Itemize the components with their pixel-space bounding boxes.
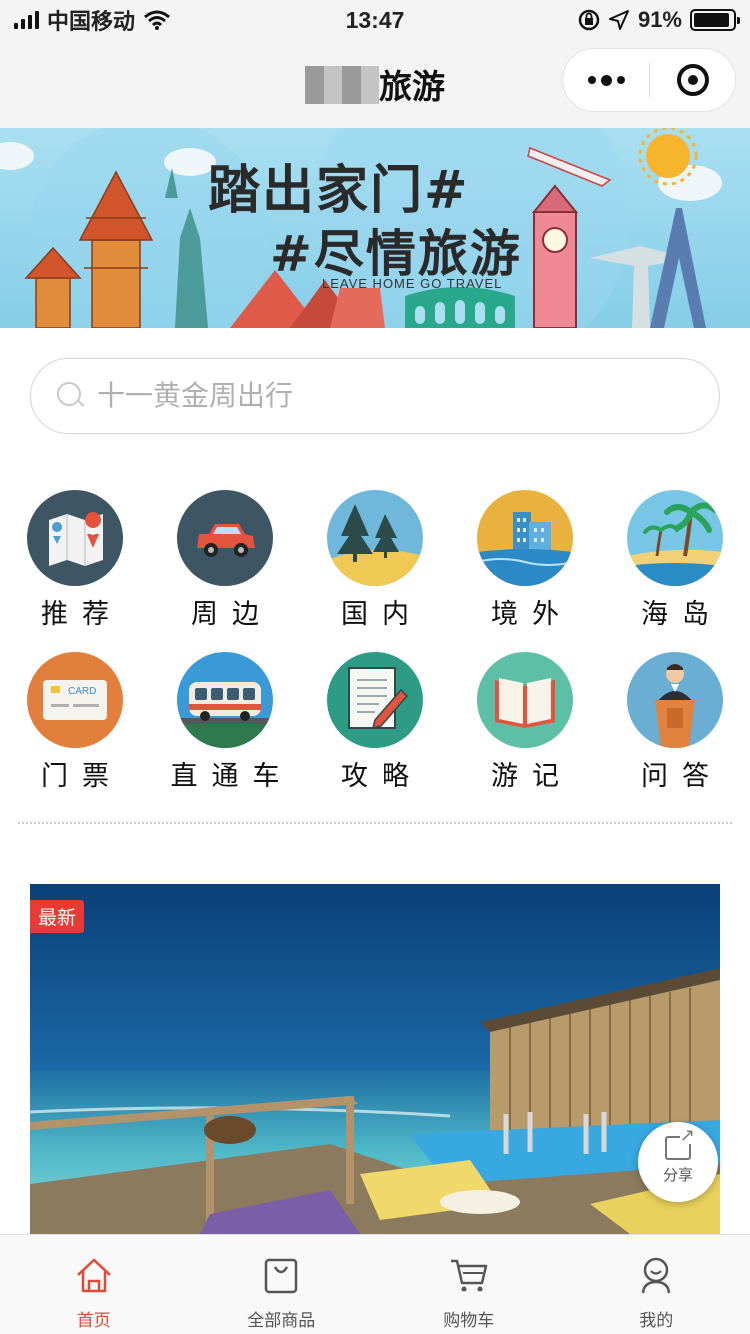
tab-label: 首页 (76, 1311, 111, 1330)
category-guides[interactable]: 攻略 (300, 652, 450, 792)
share-icon (665, 1126, 695, 1160)
category-domestic[interactable]: 国内 (300, 490, 450, 630)
home-icon (76, 1258, 111, 1293)
category-label: 国内 (341, 599, 423, 630)
tab-home[interactable]: 首页 (0, 1235, 188, 1334)
mini-program-capsule (562, 48, 736, 112)
tab-cart[interactable]: 购物车 (375, 1235, 563, 1334)
status-right: 91% (578, 7, 740, 33)
tab-profile[interactable]: 我的 (563, 1235, 750, 1334)
category-label: 门票 (41, 761, 123, 792)
resort-photo (30, 884, 720, 1234)
speaker-podium-icon (627, 652, 723, 748)
card-text: CARD (68, 686, 96, 697)
location-arrow-icon (608, 10, 629, 30)
tab-label: 我的 (639, 1311, 674, 1330)
open-book-icon (477, 652, 573, 748)
palm-island-icon (627, 490, 723, 586)
new-badge: 最新 (30, 900, 85, 933)
search-icon (57, 382, 85, 410)
ticket-card-icon: CARD (27, 652, 123, 748)
more-button[interactable] (563, 49, 649, 111)
category-shuttle[interactable]: 直通车 (150, 652, 300, 792)
city-hotel-icon (477, 490, 573, 586)
bottom-tab-bar: 首页 全部商品 购物车 我的 (0, 1234, 750, 1334)
rotation-lock-icon (578, 9, 600, 31)
section-divider (18, 822, 732, 824)
tab-label: 全部商品 (247, 1311, 316, 1330)
map-pin-icon (27, 490, 123, 586)
notepad-pen-icon (327, 652, 423, 748)
signal-icon (14, 11, 39, 29)
bus-icon (177, 652, 273, 748)
status-left: 中国移动 (14, 4, 171, 36)
car-icon (177, 490, 273, 586)
target-close-icon (676, 64, 709, 96)
profile-icon (642, 1257, 671, 1294)
category-label: 推荐 (41, 599, 123, 630)
more-dot-icon (600, 74, 612, 86)
close-button[interactable] (650, 49, 735, 111)
category-label: 境外 (491, 599, 573, 630)
more-dot-icon (587, 76, 596, 84)
page-title-text: 旅游 (379, 68, 445, 105)
category-tickets[interactable]: CARD 门票 (0, 652, 150, 792)
category-nearby[interactable]: 周边 (150, 490, 300, 630)
more-dot-icon (616, 76, 625, 84)
nav-bar: 旅游 (0, 40, 750, 128)
shopping-bag-icon (265, 1258, 298, 1294)
category-label: 周边 (191, 599, 273, 630)
category-qa[interactable]: 问答 (600, 652, 750, 792)
category-recommend[interactable]: 推荐 (0, 490, 150, 630)
category-overseas[interactable]: 境外 (450, 490, 600, 630)
search-bar[interactable] (30, 358, 720, 434)
category-travelogues[interactable]: 游记 (450, 652, 600, 792)
carrier-name: 中国移动 (47, 9, 136, 34)
category-label: 直通车 (170, 761, 294, 792)
category-label: 攻略 (341, 761, 423, 792)
share-label: 分享 (662, 1167, 693, 1184)
banner-headline: 踏出家门# (208, 160, 470, 221)
battery-icon (690, 9, 740, 31)
battery-percent: 91% (637, 7, 682, 32)
share-button[interactable]: 分享 (638, 1122, 718, 1202)
category-island[interactable]: 海岛 (600, 490, 750, 630)
tab-label: 购物车 (443, 1311, 495, 1330)
blurred-brand (305, 66, 379, 104)
category-label: 游记 (491, 761, 573, 792)
tab-all-products[interactable]: 全部商品 (188, 1235, 376, 1334)
pine-trees-icon (327, 490, 423, 586)
banner-subline: LEAVE HOME GO TRAVEL (322, 276, 503, 291)
cart-icon (450, 1259, 487, 1292)
category-label: 问答 (641, 761, 723, 792)
wifi-icon (144, 10, 170, 30)
status-bar: 中国移动 13:47 91% (0, 0, 750, 40)
search-input[interactable] (97, 380, 637, 412)
category-label: 海岛 (641, 599, 723, 630)
featured-trip-card[interactable]: 最新 (30, 884, 720, 1234)
travel-banner[interactable]: 踏出家门# #尽情旅游 LEAVE HOME GO TRAVEL (0, 128, 750, 328)
